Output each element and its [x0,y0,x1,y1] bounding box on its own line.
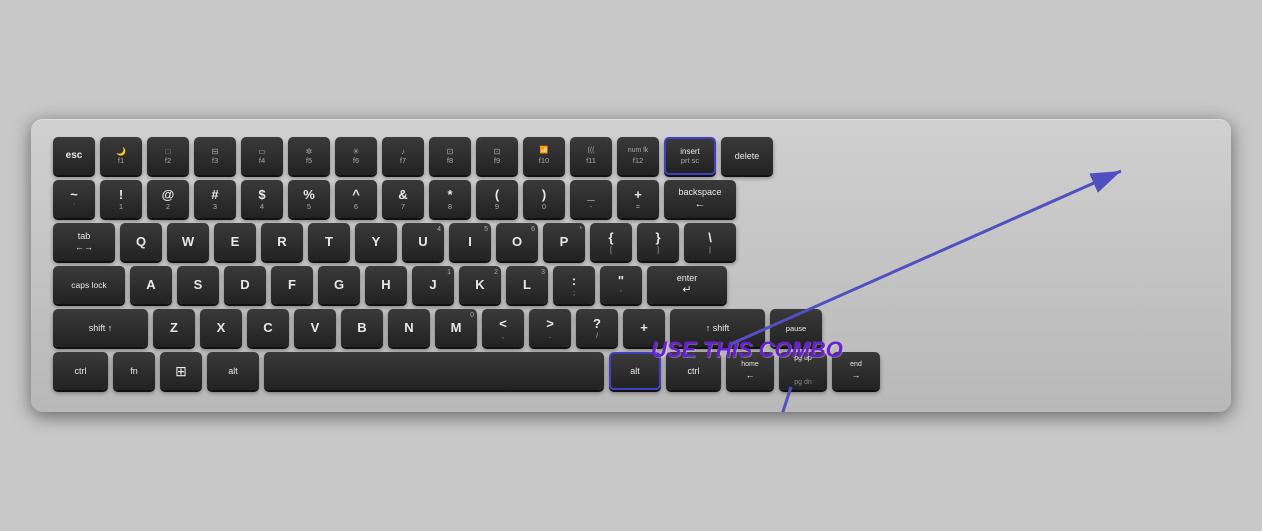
key-e[interactable]: E [214,223,256,261]
key-3[interactable]: #3 [194,180,236,218]
key-f11[interactable]: (((f11 [570,137,612,175]
key-shift-right[interactable]: ↑ shift [670,309,765,347]
key-a[interactable]: A [130,266,172,304]
key-ctrl-right[interactable]: ctrl [666,352,721,390]
key-t[interactable]: T [308,223,350,261]
key-space[interactable] [264,352,604,390]
key-lbrace[interactable]: {[ [590,223,632,261]
key-equals[interactable]: += [617,180,659,218]
key-enter[interactable]: enter↵ [647,266,727,304]
key-semicolon[interactable]: :; [553,266,595,304]
key-delete[interactable]: delete [721,137,773,175]
key-s[interactable]: S [177,266,219,304]
key-q[interactable]: Q [120,223,162,261]
key-capslock[interactable]: caps lock [53,266,125,304]
key-1[interactable]: !1 [100,180,142,218]
key-b[interactable]: B [341,309,383,347]
key-y[interactable]: Y [355,223,397,261]
key-slash[interactable]: ?/ [576,309,618,347]
key-8[interactable]: *8 [429,180,471,218]
key-pause[interactable]: pause [770,309,822,347]
bottom-row: ctrl fn ⊞ alt alt ctrl home← pg up pg dn… [53,352,1209,390]
key-z[interactable]: Z [153,309,195,347]
key-v[interactable]: V [294,309,336,347]
key-f5[interactable]: ✲f5 [288,137,330,175]
key-f9[interactable]: ⊡f9 [476,137,518,175]
key-period[interactable]: >. [529,309,571,347]
key-u[interactable]: U4 [402,223,444,261]
asdf-row: caps lock A S D F G H J1 K2 L3 :; "' ent… [53,266,1209,304]
key-fn[interactable]: fn [113,352,155,390]
key-f3[interactable]: ⊟f3 [194,137,236,175]
key-comma[interactable]: <, [482,309,524,347]
key-f8[interactable]: ⊡f8 [429,137,471,175]
key-f6[interactable]: ✳f6 [335,137,377,175]
key-5[interactable]: %5 [288,180,330,218]
key-p[interactable]: P* [543,223,585,261]
key-g[interactable]: G [318,266,360,304]
key-f2[interactable]: □f2 [147,137,189,175]
key-insert[interactable]: insert prt sc [664,137,716,175]
key-m[interactable]: M0 [435,309,477,347]
number-row: ~` !1 @2 #3 $4 %5 ^6 &7 *8 (9 )0 _- += b… [53,180,1209,218]
key-esc[interactable]: esc [53,137,95,175]
key-rbrace[interactable]: }] [637,223,679,261]
key-win[interactable]: ⊞ [160,352,202,390]
key-shift-left[interactable]: shift ↑ [53,309,148,347]
key-tilde[interactable]: ~` [53,180,95,218]
key-backslash[interactable]: \| [684,223,736,261]
key-tab[interactable]: tab←→ [53,223,115,261]
key-r[interactable]: R [261,223,303,261]
key-h[interactable]: H [365,266,407,304]
key-c[interactable]: C [247,309,289,347]
key-plus[interactable]: + [623,309,665,347]
key-home[interactable]: home← [726,352,774,390]
key-6[interactable]: ^6 [335,180,377,218]
key-l[interactable]: L3 [506,266,548,304]
key-backspace[interactable]: backspace← [664,180,736,218]
key-f[interactable]: F [271,266,313,304]
key-n[interactable]: N [388,309,430,347]
key-alt-left[interactable]: alt [207,352,259,390]
key-j[interactable]: J1 [412,266,454,304]
key-f12[interactable]: num lkf12 [617,137,659,175]
key-7[interactable]: &7 [382,180,424,218]
key-f7[interactable]: ♪f7 [382,137,424,175]
key-9[interactable]: (9 [476,180,518,218]
key-k[interactable]: K2 [459,266,501,304]
key-w[interactable]: W [167,223,209,261]
fn-row: esc 🌙f1 □f2 ⊟f3 ▭f4 ✲f5 ✳f6 ♪f7 ⊡f8 ⊡f9 … [53,137,1209,175]
key-o[interactable]: O6 [496,223,538,261]
key-i[interactable]: I5 [449,223,491,261]
key-alt-right[interactable]: alt [609,352,661,390]
key-f4[interactable]: ▭f4 [241,137,283,175]
zxcv-row: shift ↑ Z X C V B N M0 <, >. ?/ + ↑ shif… [53,309,1209,347]
key-quote[interactable]: "' [600,266,642,304]
keyboard: esc 🌙f1 □f2 ⊟f3 ▭f4 ✲f5 ✳f6 ♪f7 ⊡f8 ⊡f9 … [31,119,1231,412]
keyboard-rows: esc 🌙f1 □f2 ⊟f3 ▭f4 ✲f5 ✳f6 ♪f7 ⊡f8 ⊡f9 … [53,137,1209,390]
key-x[interactable]: X [200,309,242,347]
key-d[interactable]: D [224,266,266,304]
key-2[interactable]: @2 [147,180,189,218]
key-ctrl-left[interactable]: ctrl [53,352,108,390]
key-f1[interactable]: 🌙f1 [100,137,142,175]
key-0[interactable]: )0 [523,180,565,218]
qwerty-row: tab←→ Q W E R T Y U4 I5 O6 P* {[ }] \| [53,223,1209,261]
key-minus[interactable]: _- [570,180,612,218]
key-end[interactable]: end→ [832,352,880,390]
key-f10[interactable]: 📶f10 [523,137,565,175]
key-4[interactable]: $4 [241,180,283,218]
key-pgup-pgdn[interactable]: pg up pg dn [779,352,827,390]
